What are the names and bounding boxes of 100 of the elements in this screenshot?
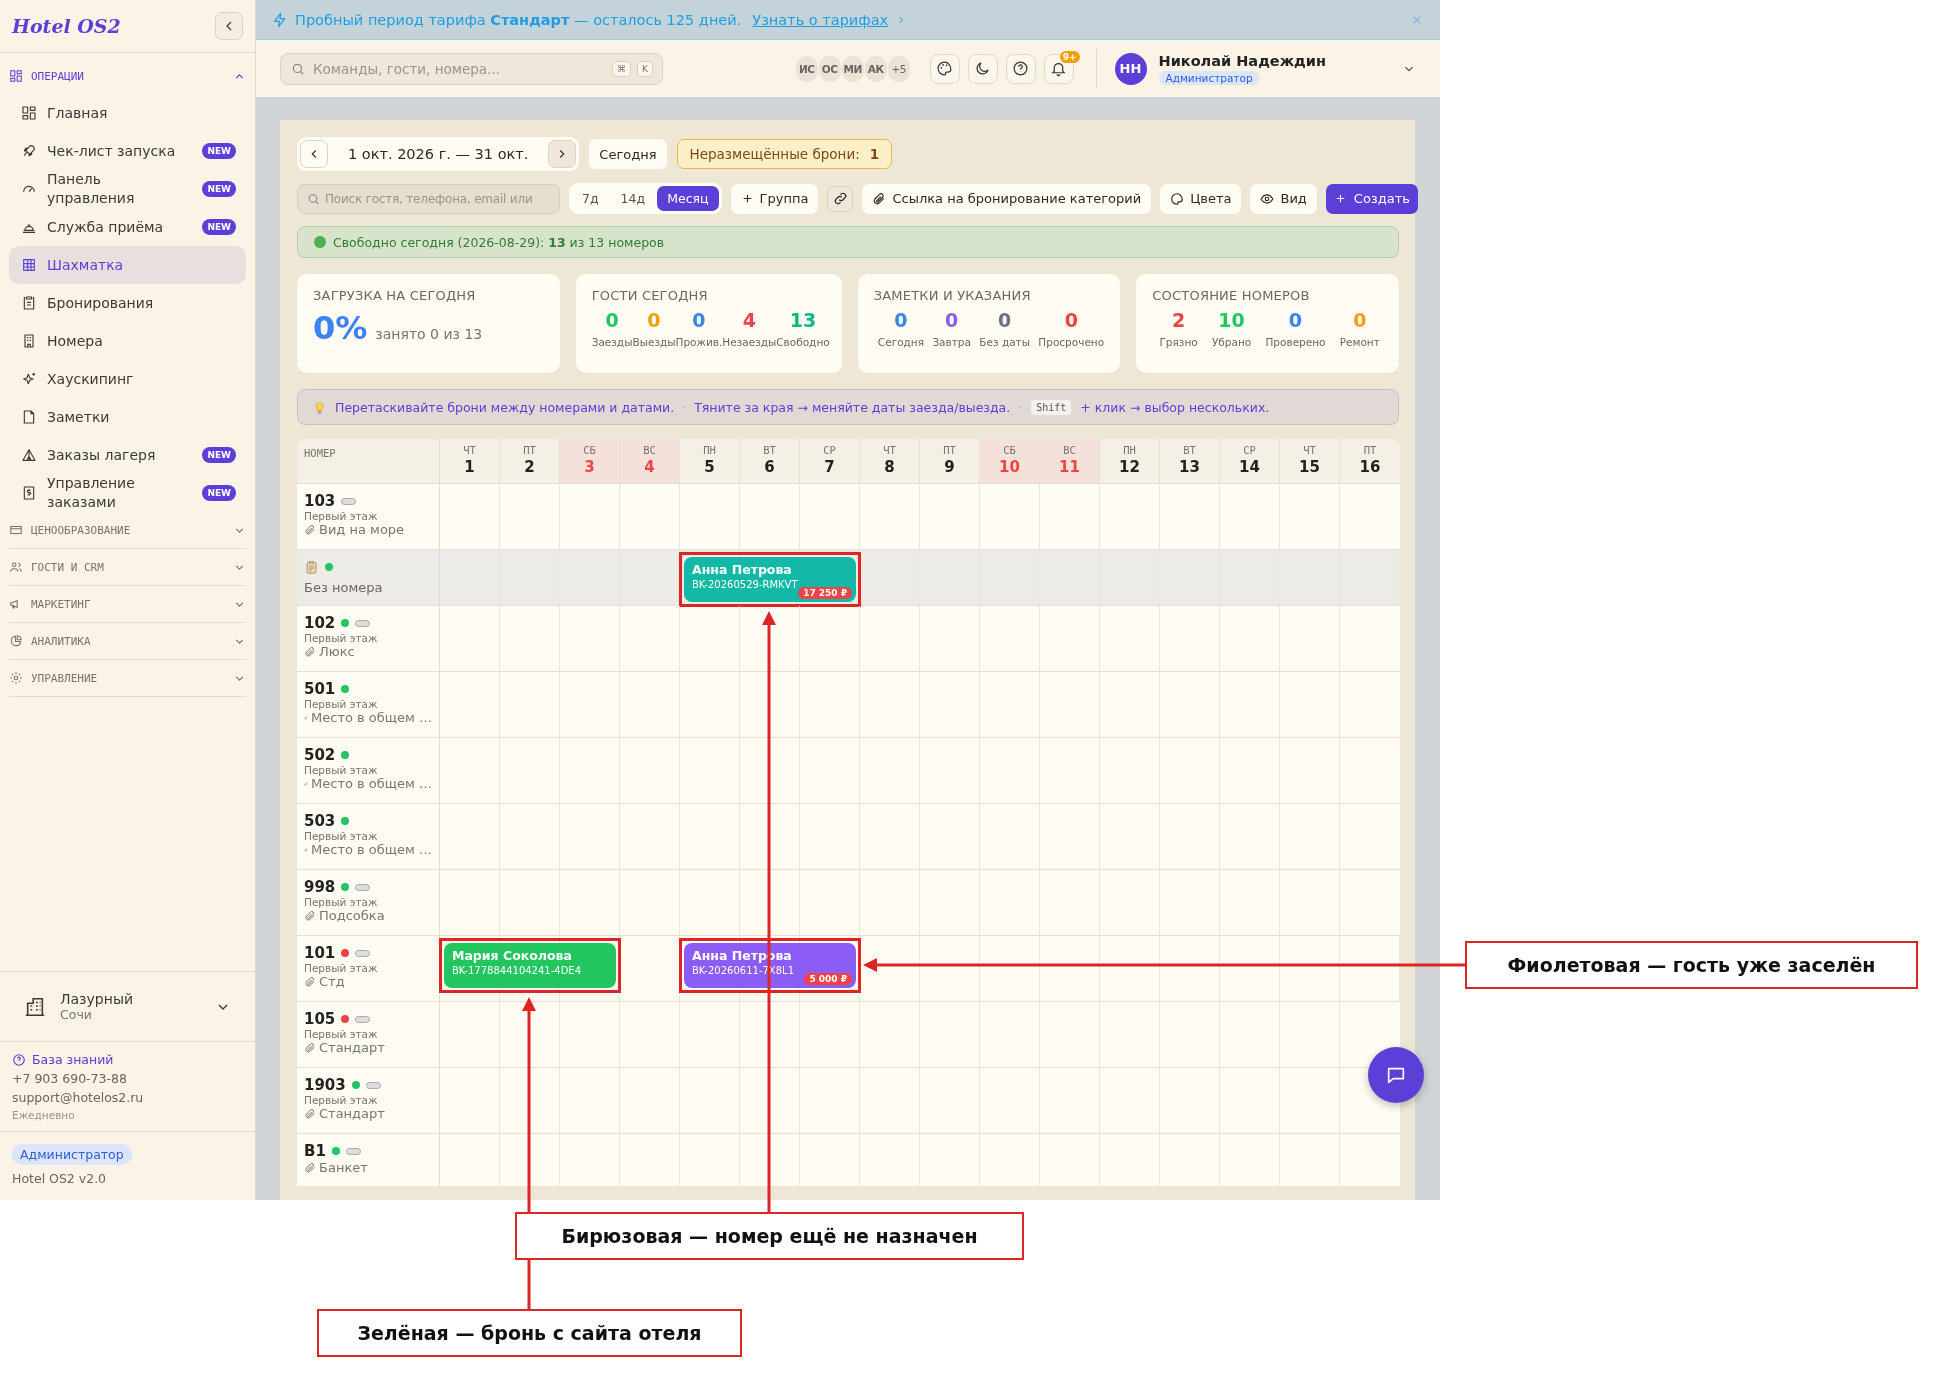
- room-number: 101: [304, 944, 336, 962]
- more-users-count[interactable]: +5: [887, 55, 910, 82]
- stat-title: ЗАГРУЗКА НА СЕГОДНЯ: [313, 288, 477, 303]
- link-button[interactable]: [827, 185, 854, 212]
- hint-text: Тяните за края → меняйте даты заезда/выезда.: [694, 399, 1011, 415]
- annotation-callout: Фиолетовая — гость уже заселён: [1465, 941, 1918, 989]
- nav-item[interactable]: Номера: [9, 322, 246, 360]
- view-tab[interactable]: 14д: [610, 186, 656, 211]
- guest-search-field[interactable]: Поиск гостя, телефона, email или: [297, 183, 560, 214]
- user-avatar[interactable]: МИ: [841, 55, 864, 82]
- room-number: 105: [304, 1010, 336, 1028]
- metric-label: Сегодня: [877, 336, 925, 348]
- nav-item[interactable]: Бронирования: [9, 284, 246, 322]
- notifications-button[interactable]: [1043, 53, 1074, 84]
- palette-button[interactable]: [929, 53, 960, 84]
- day-header: СБ 10: [980, 439, 1040, 483]
- create-button[interactable]: Создать: [1325, 183, 1418, 214]
- nav-section-header[interactable]: ЦЕНООБРАЗОВАНИЕ: [9, 512, 246, 549]
- nav-section-header[interactable]: МАРКЕТИНГ: [9, 586, 246, 623]
- day-header: ВС 11: [1040, 439, 1100, 483]
- metric-label: Просрочено: [1038, 336, 1105, 348]
- hint-text: + клик → выбор нескольких.: [1080, 399, 1270, 415]
- user-avatar[interactable]: ОС: [818, 55, 841, 82]
- booking-code: BK-1778844104241-4DE4: [452, 965, 583, 976]
- metric-value: 0: [647, 309, 661, 331]
- date-range: 1 окт. 2026 г. — 31 окт.: [347, 146, 530, 162]
- room-category: Стандарт: [319, 1040, 385, 1055]
- nav-section-header[interactable]: ГОСТИ И CRM: [9, 549, 246, 586]
- column-header: НОМЕР: [304, 447, 336, 459]
- view-tab[interactable]: 7д: [572, 186, 609, 211]
- dark-mode-button[interactable]: [967, 53, 998, 84]
- note-icon: [21, 409, 37, 425]
- room-number: 502: [304, 746, 336, 764]
- nav-item[interactable]: Заказы лагеря NEW: [9, 436, 246, 474]
- pie-chart-icon: [9, 634, 23, 648]
- view-tab[interactable]: Месяц: [657, 186, 719, 211]
- booking-card[interactable]: Анна Петрова BK-20260529-RMKVT 17 250 ₽: [684, 557, 856, 602]
- nav-item[interactable]: Служба приёма NEW: [9, 208, 246, 246]
- annotation-callout: Зелёная — бронь с сайта отеля: [317, 1309, 742, 1357]
- help-icon: [1012, 60, 1030, 77]
- help-button[interactable]: [1005, 53, 1036, 84]
- paperclip-icon: [304, 1161, 316, 1174]
- new-badge: NEW: [202, 447, 236, 463]
- new-badge: NEW: [202, 181, 236, 197]
- nav-item[interactable]: Шахматка: [9, 246, 246, 284]
- app-logo[interactable]: Hotel OS2: [12, 15, 121, 37]
- nav-item[interactable]: Главная: [9, 94, 246, 132]
- user-avatar[interactable]: АК: [864, 55, 887, 82]
- dollar-document-icon: [21, 485, 37, 501]
- metric-value: 4: [742, 309, 756, 331]
- availability-text: Свободно сегодня (2026-08-29): 13 из 13 номеров: [333, 234, 665, 250]
- room-category: Стандарт: [319, 1106, 385, 1121]
- room-floor: Первый этаж: [304, 1028, 379, 1040]
- room-floor: Первый этаж: [304, 962, 379, 974]
- group-button[interactable]: Группа: [730, 183, 819, 214]
- light-bulb-icon: [312, 399, 327, 415]
- nav-item[interactable]: Панель управления NEW: [9, 170, 246, 208]
- paperclip-icon: [304, 1107, 316, 1120]
- day-header: ВТ 13: [1160, 439, 1220, 483]
- room-category: Вид на море: [319, 522, 405, 537]
- user-avatar[interactable]: НН: [1114, 52, 1147, 85]
- metric-label: Заезды: [591, 336, 633, 348]
- occupancy-value: 0%: [313, 309, 368, 347]
- room-number: 103: [304, 492, 336, 510]
- room-floor: Первый этаж: [304, 896, 379, 908]
- building-icon: [21, 333, 37, 349]
- unplaced-bookings-button[interactable]: Неразмещённые брони: 1: [676, 139, 893, 169]
- day-header: ПН 5: [680, 439, 740, 483]
- today-button[interactable]: Сегодня: [589, 139, 667, 169]
- user-name: Николай Надеждин: [1158, 52, 1326, 69]
- user-avatar[interactable]: ИС: [795, 55, 818, 82]
- property-switcher[interactable]: Лазурный Сочи: [0, 971, 255, 1042]
- room-category: Подсобка: [319, 908, 385, 923]
- search-icon: [291, 61, 305, 76]
- nav-section-header[interactable]: АНАЛИТИКА: [9, 623, 246, 660]
- view-button[interactable]: Вид: [1250, 183, 1317, 214]
- room-floor: Первый этаж: [304, 698, 379, 710]
- nav-section-header[interactable]: ОПЕРАЦИИ: [9, 58, 246, 94]
- category-booking-link-button[interactable]: Ссылка на бронирование категорий: [862, 183, 1152, 214]
- booking-code: BK-20260529-RMKVT: [692, 579, 799, 590]
- nav-item[interactable]: Заметки: [9, 398, 246, 436]
- new-badge: NEW: [202, 485, 236, 501]
- unplaced-bookings-count: 1: [869, 146, 880, 162]
- metric-value: 13: [789, 309, 817, 331]
- day-header: ВС 4: [620, 439, 680, 483]
- guest-name: Анна Петрова: [692, 562, 793, 577]
- metric-label: Убрано: [1211, 336, 1252, 348]
- annotation-callout: Бирюзовая — номер ещё не назначен: [515, 1212, 1024, 1260]
- user-role-badge: Администратор: [1158, 70, 1260, 85]
- new-badge: NEW: [202, 143, 236, 159]
- day-header: ЧТ 1: [440, 439, 500, 483]
- knowledge-base-link[interactable]: База знаний: [12, 1052, 243, 1067]
- colors-button[interactable]: Цвета: [1160, 183, 1242, 214]
- nav-item[interactable]: Управление заказами NEW: [9, 474, 246, 512]
- nav-item[interactable]: Чек-лист запуска NEW: [9, 132, 246, 170]
- nav-item[interactable]: Хаускипинг: [9, 360, 246, 398]
- palette-icon: [1170, 191, 1185, 206]
- support-hours: Ежедневно: [12, 1109, 76, 1121]
- nav-section-header[interactable]: УПРАВЛЕНИЕ: [9, 660, 246, 697]
- hint-text: Перетаскивайте брони между номерами и датами.: [335, 399, 675, 415]
